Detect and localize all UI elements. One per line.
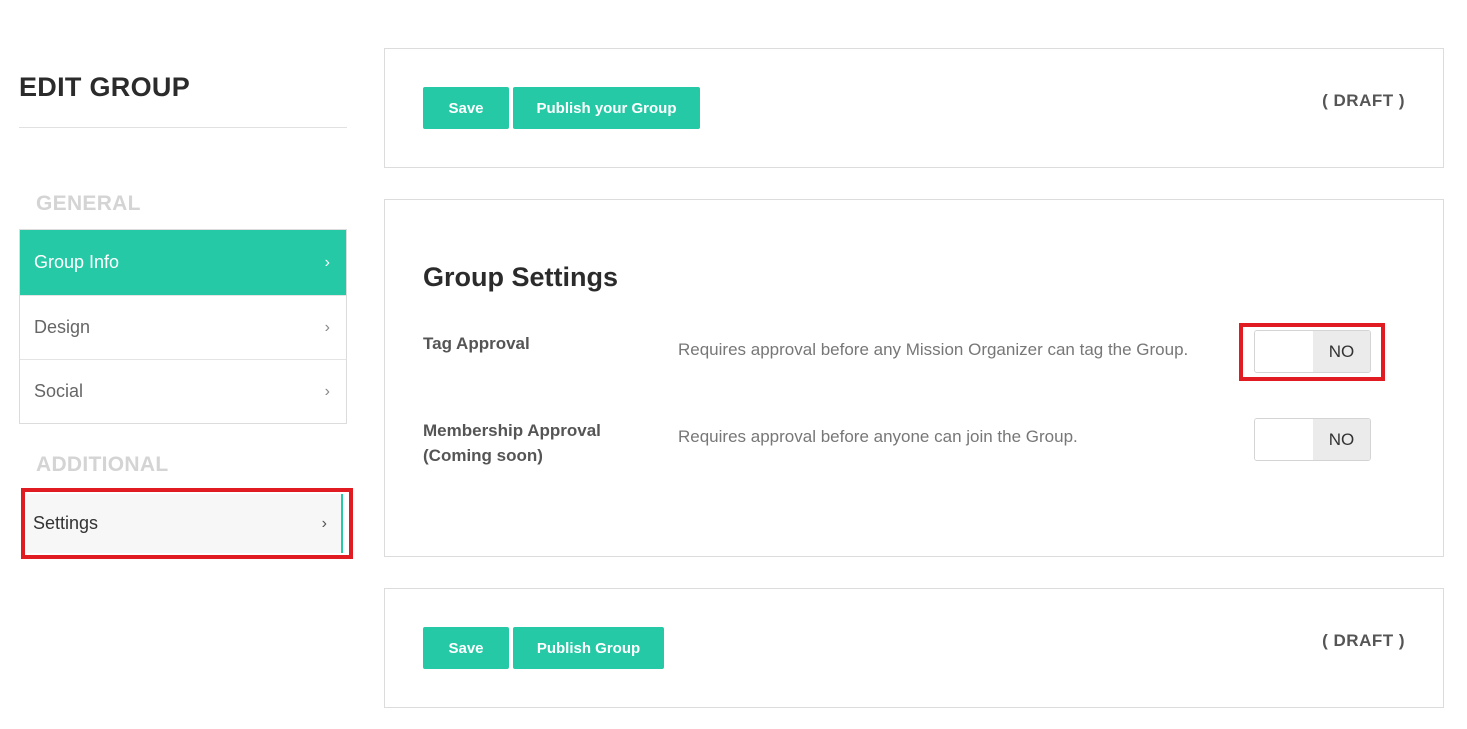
chevron-right-icon: › [324,382,330,400]
chevron-right-icon: › [324,253,330,271]
publish-button[interactable]: Publish Group [513,627,664,669]
label-line: Membership Approval [423,421,601,440]
tag-approval-description: Requires approval before any Mission Org… [678,340,1189,359]
publish-button[interactable]: Publish your Group [513,87,700,129]
chevron-right-icon: › [324,318,330,336]
settings-highlight-box: Settings › [21,488,353,559]
sidebar-item-group-info[interactable]: Group Info › [20,230,346,295]
general-nav: Group Info › Design › Social › [19,229,347,424]
divider [19,127,347,128]
section-label-additional: ADDITIONAL [36,453,169,476]
sidebar-item-label: Group Info [34,252,120,272]
sidebar-item-label: Social [34,381,84,401]
group-settings-panel: Group Settings Tag Approval Requires app… [384,199,1444,557]
sidebar-item-settings[interactable]: Settings › [27,494,343,553]
section-title: Group Settings [423,262,618,292]
page-title: EDIT GROUP [19,72,191,102]
toggle-state: NO [1313,419,1370,460]
status-badge: ( DRAFT ) [1322,91,1405,110]
status-badge: ( DRAFT ) [1322,631,1405,650]
sidebar-item-design[interactable]: Design › [20,295,346,359]
top-action-panel: Save Publish your Group ( DRAFT ) [384,48,1444,168]
save-button[interactable]: Save [423,627,509,669]
label-line: (Coming soon) [423,446,543,465]
section-label-general: GENERAL [36,192,141,215]
tag-approval-label: Tag Approval [423,334,530,353]
sidebar-item-social[interactable]: Social › [20,359,346,423]
toggle-track [1255,419,1313,460]
chevron-right-icon: › [321,514,327,532]
membership-approval-description: Requires approval before anyone can join… [678,427,1078,446]
sidebar-item-label: Design [34,317,91,337]
bottom-action-panel: Save Publish Group ( DRAFT ) [384,588,1444,708]
membership-approval-label: Membership Approval (Coming soon) [423,418,601,468]
sidebar-item-label: Settings [33,513,99,533]
toggle-highlight-box [1239,323,1385,381]
membership-approval-toggle[interactable]: NO [1254,418,1371,461]
save-button[interactable]: Save [423,87,509,129]
